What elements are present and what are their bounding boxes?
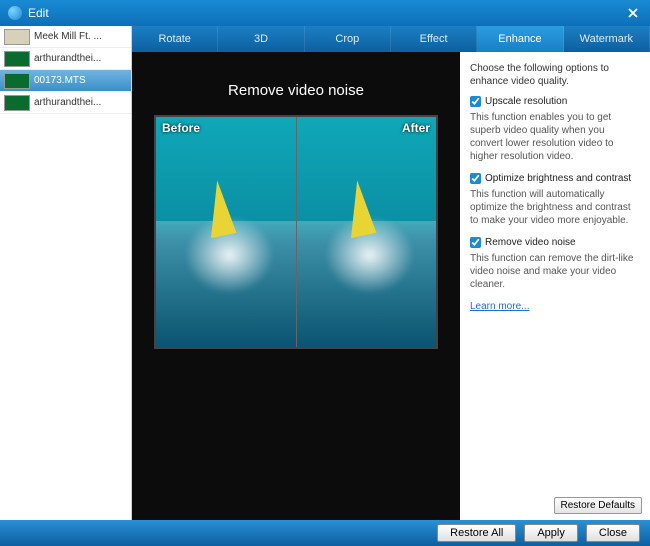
preview-title: Remove video noise: [228, 82, 364, 99]
options-intro: Choose the following options to enhance …: [470, 62, 640, 88]
sidebar-item-label: arthurandthei...: [34, 53, 127, 64]
close-button[interactable]: Close: [586, 524, 640, 542]
app-icon: [8, 6, 22, 20]
tabs: Rotate 3D Crop Effect Enhance Watermark: [132, 26, 650, 52]
noise-desc: This function can remove the dirt-like v…: [470, 252, 640, 291]
tab-3d[interactable]: 3D: [218, 26, 304, 52]
sidebar-item-label: 00173.MTS: [34, 75, 127, 86]
sidebar-item[interactable]: arthurandthei...: [0, 48, 131, 70]
upscale-checkbox[interactable]: [470, 96, 481, 107]
tab-label: Enhance: [498, 33, 541, 45]
sidebar-item-selected[interactable]: 00173.MTS: [0, 70, 131, 92]
close-icon[interactable]: [624, 4, 642, 22]
tab-label: Crop: [335, 33, 359, 45]
sidebar-item[interactable]: arthurandthei...: [0, 92, 131, 114]
noise-label: Remove video noise: [485, 237, 576, 248]
tab-label: 3D: [254, 33, 268, 45]
window-title: Edit: [28, 6, 624, 20]
apply-button[interactable]: Apply: [524, 524, 578, 542]
tab-crop[interactable]: Crop: [305, 26, 391, 52]
restore-all-button[interactable]: Restore All: [437, 524, 516, 542]
brightness-desc: This function will automatically optimiz…: [470, 188, 640, 227]
preview-panel: Remove video noise Before After: [132, 52, 460, 520]
after-label: After: [402, 121, 430, 135]
tab-rotate[interactable]: Rotate: [132, 26, 218, 52]
tab-enhance[interactable]: Enhance: [477, 26, 563, 52]
title-bar: Edit: [0, 0, 650, 26]
preview-after: After: [296, 117, 437, 347]
thumbnail: [4, 29, 30, 45]
tab-label: Watermark: [580, 33, 633, 45]
preview-before: Before: [156, 117, 296, 347]
content: Remove video noise Before After Choose t…: [132, 52, 650, 520]
sidebar: Meek Mill Ft. ... arthurandthei... 00173…: [0, 26, 132, 520]
options-panel: Choose the following options to enhance …: [460, 52, 650, 520]
thumbnail: [4, 95, 30, 111]
body: Meek Mill Ft. ... arthurandthei... 00173…: [0, 26, 650, 520]
sidebar-item-label: Meek Mill Ft. ...: [34, 31, 127, 42]
upscale-label: Upscale resolution: [485, 96, 567, 107]
tab-label: Rotate: [158, 33, 190, 45]
main: Rotate 3D Crop Effect Enhance Watermark …: [132, 26, 650, 520]
preview-box: Before After: [154, 115, 438, 349]
upscale-checkbox-row[interactable]: Upscale resolution: [470, 96, 640, 107]
tab-watermark[interactable]: Watermark: [564, 26, 650, 52]
footer: Restore All Apply Close: [0, 520, 650, 546]
brightness-label: Optimize brightness and contrast: [485, 173, 631, 184]
restore-defaults-button[interactable]: Restore Defaults: [554, 497, 642, 514]
thumbnail: [4, 51, 30, 67]
upscale-desc: This function enables you to get superb …: [470, 111, 640, 163]
noise-checkbox-row[interactable]: Remove video noise: [470, 237, 640, 248]
brightness-checkbox[interactable]: [470, 173, 481, 184]
brightness-checkbox-row[interactable]: Optimize brightness and contrast: [470, 173, 640, 184]
tab-effect[interactable]: Effect: [391, 26, 477, 52]
learn-more-link[interactable]: Learn more...: [470, 301, 529, 312]
before-label: Before: [162, 121, 200, 135]
sidebar-item[interactable]: Meek Mill Ft. ...: [0, 26, 131, 48]
noise-checkbox[interactable]: [470, 237, 481, 248]
tab-label: Effect: [420, 33, 448, 45]
sidebar-item-label: arthurandthei...: [34, 97, 127, 108]
thumbnail: [4, 73, 30, 89]
